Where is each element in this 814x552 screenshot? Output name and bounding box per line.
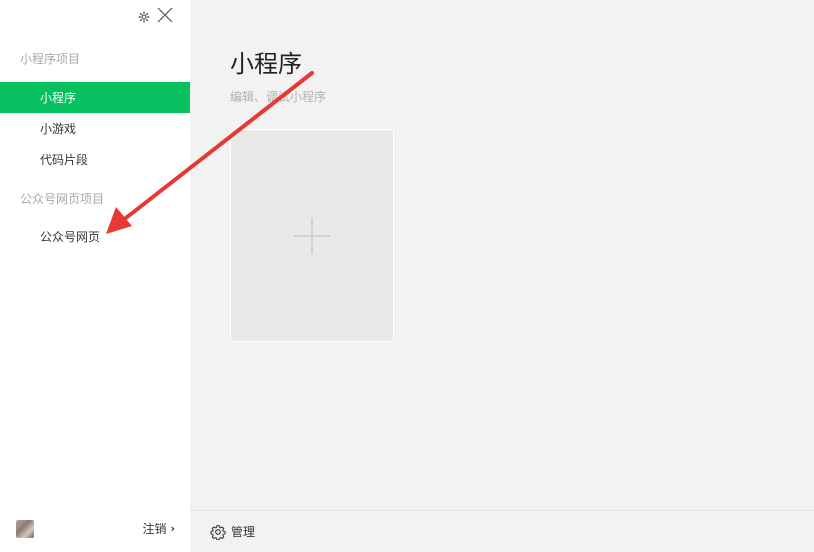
logout-button[interactable]: 注销 › (142, 520, 175, 537)
sidebar-item-code-snippets[interactable]: 代码片段 (0, 144, 190, 175)
main-footer: 管理 (190, 510, 814, 552)
page-title: 小程序 (230, 50, 302, 78)
plus-icon (294, 217, 330, 254)
page-subtitle: 编辑、调试小程序 (230, 90, 327, 104)
sidebar-footer: 注销 › (0, 508, 190, 552)
section-title-official-account-projects: 公众号网页项目 (20, 192, 105, 206)
sidebar-item-label: 代码片段 (40, 153, 89, 167)
close-icon[interactable] (156, 6, 174, 28)
sidebar-item-label: 公众号网页 (40, 230, 101, 244)
manage-button[interactable]: 管理 (210, 523, 255, 540)
manage-label: 管理 (231, 525, 256, 539)
sidebar-item-label: 小游戏 (40, 122, 77, 136)
logout-label: 注销 (142, 522, 167, 536)
gear-icon[interactable] (138, 8, 150, 27)
add-project-card[interactable] (230, 129, 394, 342)
section-title-miniprogram-projects: 小程序项目 (20, 52, 81, 66)
sidebar-item-official-account-web[interactable]: 公众号网页 (0, 221, 190, 252)
main-panel: 小程序 编辑、调试小程序 管理 (190, 0, 814, 552)
avatar[interactable] (16, 520, 34, 538)
sidebar: 小程序项目 小程序 小游戏 代码片段 公众号网页项目 公众号网页 注销 › (0, 0, 190, 552)
sidebar-item-label: 小程序 (40, 91, 77, 105)
settings-icon (210, 524, 226, 540)
window-controls (138, 6, 174, 28)
sidebar-item-miniprogram[interactable]: 小程序 (0, 82, 190, 113)
sidebar-item-minigame[interactable]: 小游戏 (0, 113, 190, 144)
chevron-right-icon: › (170, 522, 175, 535)
